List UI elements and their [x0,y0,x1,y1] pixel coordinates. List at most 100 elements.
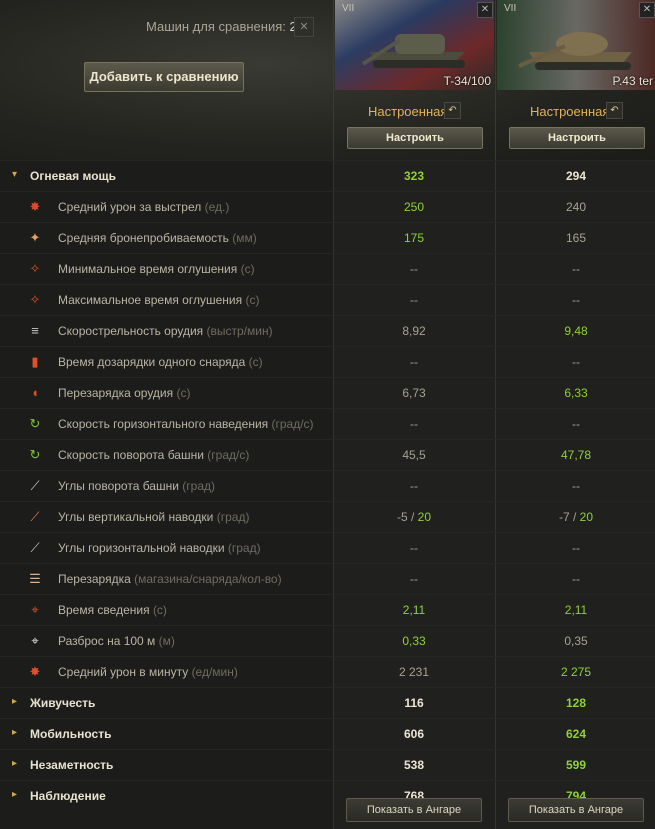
stat-label: Время сведения (с) [58,603,167,617]
stat-value: -- [334,572,494,586]
stat-value-text: 2 231 [398,665,430,679]
stat-label: Разброс на 100 м (м) [58,634,175,648]
stat-value-text: 624 [565,727,587,741]
stat-row: ⌖ Время сведения (с) 2,11 2,11 [0,594,655,625]
show-in-hangar-button[interactable]: Показать в Ангаре [346,798,482,822]
aim-time-icon: ⌖ [31,602,39,617]
stat-label-text: Незаметность [30,758,114,772]
stat-unit: (ед.) [204,200,230,214]
stat-row: ≡ Скорострельность орудия (выстр/мин) 8,92… [0,315,655,346]
expand-arrow-icon[interactable]: ▾ [12,169,17,180]
expand-arrow-icon[interactable]: ▸ [12,758,17,769]
stat-label: Максимальное время оглушения (с) [58,293,259,307]
section-header-row[interactable]: ▸ Мобильность 606 624 [0,718,655,749]
traverse-speed-icon: ↻ [29,416,41,431]
stat-row: ☰ Перезарядка (магазина/снаряда/кол-во) --… [0,563,655,594]
stat-row: ◖ Перезарядка орудия (с) 6,73 6,33 [0,377,655,408]
section-header-row[interactable]: ▾ Огневая мощь 323 294 [0,160,655,191]
section-header-row[interactable]: ▸ Незаметность 538 599 [0,749,655,780]
stat-label-text: Время сведения [58,603,150,617]
stat-value: -- [334,355,494,369]
stat-value-text: 2 275 [560,665,592,679]
stat-value-text: -- [572,572,580,586]
stat-unit: (с) [176,386,191,400]
stat-value-text: 6,33 [564,386,588,400]
magazine-icon: ☰ [29,571,41,586]
reset-config-icon[interactable]: ↶ [444,102,461,119]
stat-unit: (град) [182,479,215,493]
configure-button[interactable]: Настроить [509,127,645,149]
stat-row: ✧ Минимальное время оглушения (с) -- -- [0,253,655,284]
stat-row: ✸ Средний урон в минуту (ед/мин) 2 231 2 27… [0,656,655,687]
stat-label: Перезарядка (магазина/снаряда/кол-во) [58,572,282,586]
vehicle-name: T-34/100 [443,74,491,88]
reload-icon: ◖ [31,385,39,400]
stat-value-text: 0,35 [564,634,588,648]
stat-label-text: Разброс на 100 м [58,634,156,648]
stat-value: 624 [496,727,655,741]
stat-value-text: 2,11 [402,603,426,617]
stat-unit: (м) [158,634,175,648]
stat-value-text: 47,78 [560,448,592,462]
remove-vehicle-button[interactable]: ✕ [477,2,493,18]
horizontal-angles-icon: ⟋ [30,540,40,555]
stat-label-text: Углы поворота башни [58,479,179,493]
stat-value-text: -- [410,293,418,307]
stat-value-text: -- [410,355,418,369]
dpm-icon: ✸ [29,664,41,679]
stat-value-max: 20 [579,510,594,524]
stat-value: -- [496,572,655,586]
stat-unit: (мм) [232,231,257,245]
stat-label-text: Наблюдение [30,789,106,803]
stat-label: Перезарядка орудия (с) [58,386,190,400]
compare-count-label: Машин для сравнения: 2 [146,19,297,34]
add-to-compare-button[interactable]: Добавить к сравнению [84,62,244,92]
stat-label: Углы поворота башни (град) [58,479,215,493]
reset-config-icon[interactable]: ↶ [606,102,623,119]
stat-value-text: -- [572,417,580,431]
expand-arrow-icon[interactable]: ▸ [12,727,17,738]
expand-arrow-icon[interactable]: ▸ [12,789,17,800]
stat-label-text: Мобильность [30,727,112,741]
stat-value: -- [496,262,655,276]
stat-value: 538 [334,758,494,772]
stat-unit: (град) [227,541,261,555]
stat-value-text: 606 [403,727,425,741]
stat-value: 128 [496,696,655,710]
stat-label-text: Скорость горизонтального наведения [58,417,269,431]
clear-compare-button[interactable]: ✕ [294,17,314,37]
stat-value-text: -- [572,293,580,307]
stat-row: ⟋ Углы вертикальной наводки (град) -5 / 20… [0,501,655,532]
stat-label: Углы горизонтальной наводки (град) [58,541,261,555]
stat-value-text: 323 [403,169,425,183]
stat-label-text: Огневая мощь [30,169,117,183]
penetration-icon: ✦ [29,230,41,245]
show-in-hangar-button[interactable]: Показать в Ангаре [508,798,644,822]
stat-value: -5 / 20 [396,510,432,524]
vehicle-card-1: VII ✕ T-34/100 Настроенная ↶ Настроить [333,0,495,160]
stat-value: -- [334,479,494,493]
expand-arrow-icon[interactable]: ▸ [12,696,17,707]
configure-button[interactable]: Настроить [347,127,483,149]
stat-value: 2,11 [496,603,655,617]
stat-value: -- [496,293,655,307]
stat-label: Скорость горизонтального наведения (град… [58,417,314,431]
stat-value-text: 175 [403,231,425,245]
vehicle-state: Настроенная [530,104,610,119]
stat-value: 250 [334,200,494,214]
stat-value: 240 [496,200,655,214]
stat-label-text: Средний урон за выстрел [58,200,202,214]
stat-value: 2 275 [496,665,655,679]
stat-value-text: 6,73 [402,386,426,400]
stat-value-text: 45,5 [402,448,426,462]
stun-min-icon: ✧ [29,261,41,276]
section-header-row[interactable]: ▸ Живучесть 116 128 [0,687,655,718]
vehicle-state: Настроенная [368,104,448,119]
stat-value: 47,78 [496,448,655,462]
stat-unit: (град/с) [271,417,314,431]
stat-label: Наблюдение [30,789,106,803]
compare-label-text: Машин для сравнения: [146,19,286,34]
stat-value-text: 294 [565,169,587,183]
remove-vehicle-button[interactable]: ✕ [639,2,655,18]
stat-value-text: 128 [565,696,587,710]
